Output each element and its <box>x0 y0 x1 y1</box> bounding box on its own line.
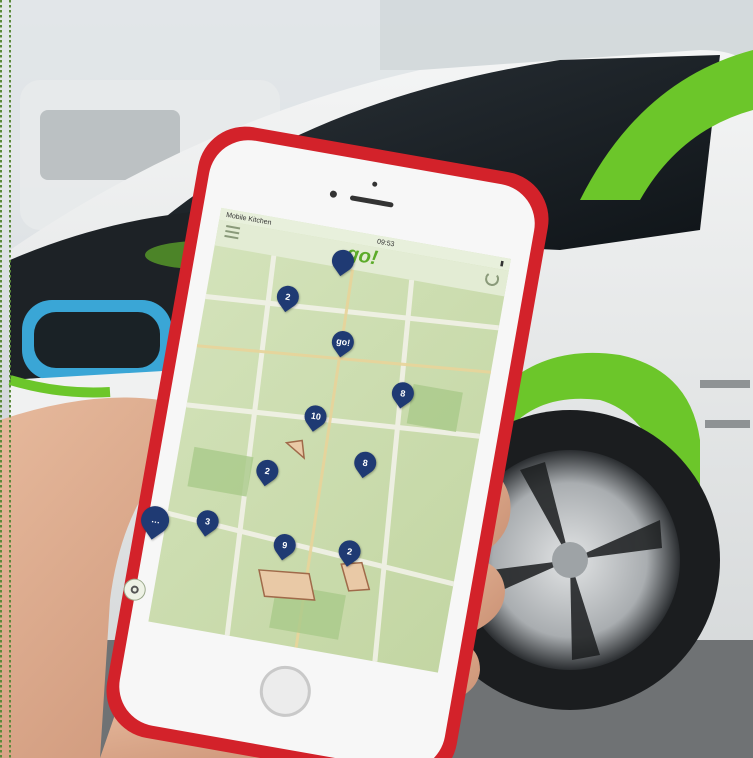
map-pin-label: 10 <box>309 410 322 422</box>
map-pin-label: go! <box>335 335 351 348</box>
map-pin-label: 8 <box>399 387 407 399</box>
left-border-inner <box>9 0 11 758</box>
map-pin-brand[interactable]: go! <box>327 326 359 358</box>
map-pin-label: … <box>149 513 161 526</box>
map-pin[interactable]: 2 <box>272 281 304 313</box>
map-pin-label: 2 <box>346 545 354 557</box>
map-pin[interactable] <box>327 245 359 277</box>
map-pin-label: 8 <box>361 456 369 468</box>
map-pin[interactable]: 2 <box>334 536 365 567</box>
map-pin[interactable]: 3 <box>192 505 223 537</box>
map-pin-label: 2 <box>284 290 292 302</box>
map-pin[interactable]: 8 <box>349 447 381 479</box>
map-pin-label: 9 <box>281 539 289 550</box>
map-pin[interactable]: 9 <box>269 529 301 561</box>
map-pin[interactable]: 2 <box>252 455 283 487</box>
photo-scene: Mobile Kitchen 09:53 ▮ go! 2 go! 8 10 8 … <box>0 0 753 758</box>
left-border <box>0 0 2 758</box>
map-pin[interactable]: 10 <box>300 401 331 432</box>
map-pin[interactable]: 8 <box>387 377 419 409</box>
map-pin-label: 2 <box>264 465 271 476</box>
map-pin-label: 3 <box>204 515 212 527</box>
